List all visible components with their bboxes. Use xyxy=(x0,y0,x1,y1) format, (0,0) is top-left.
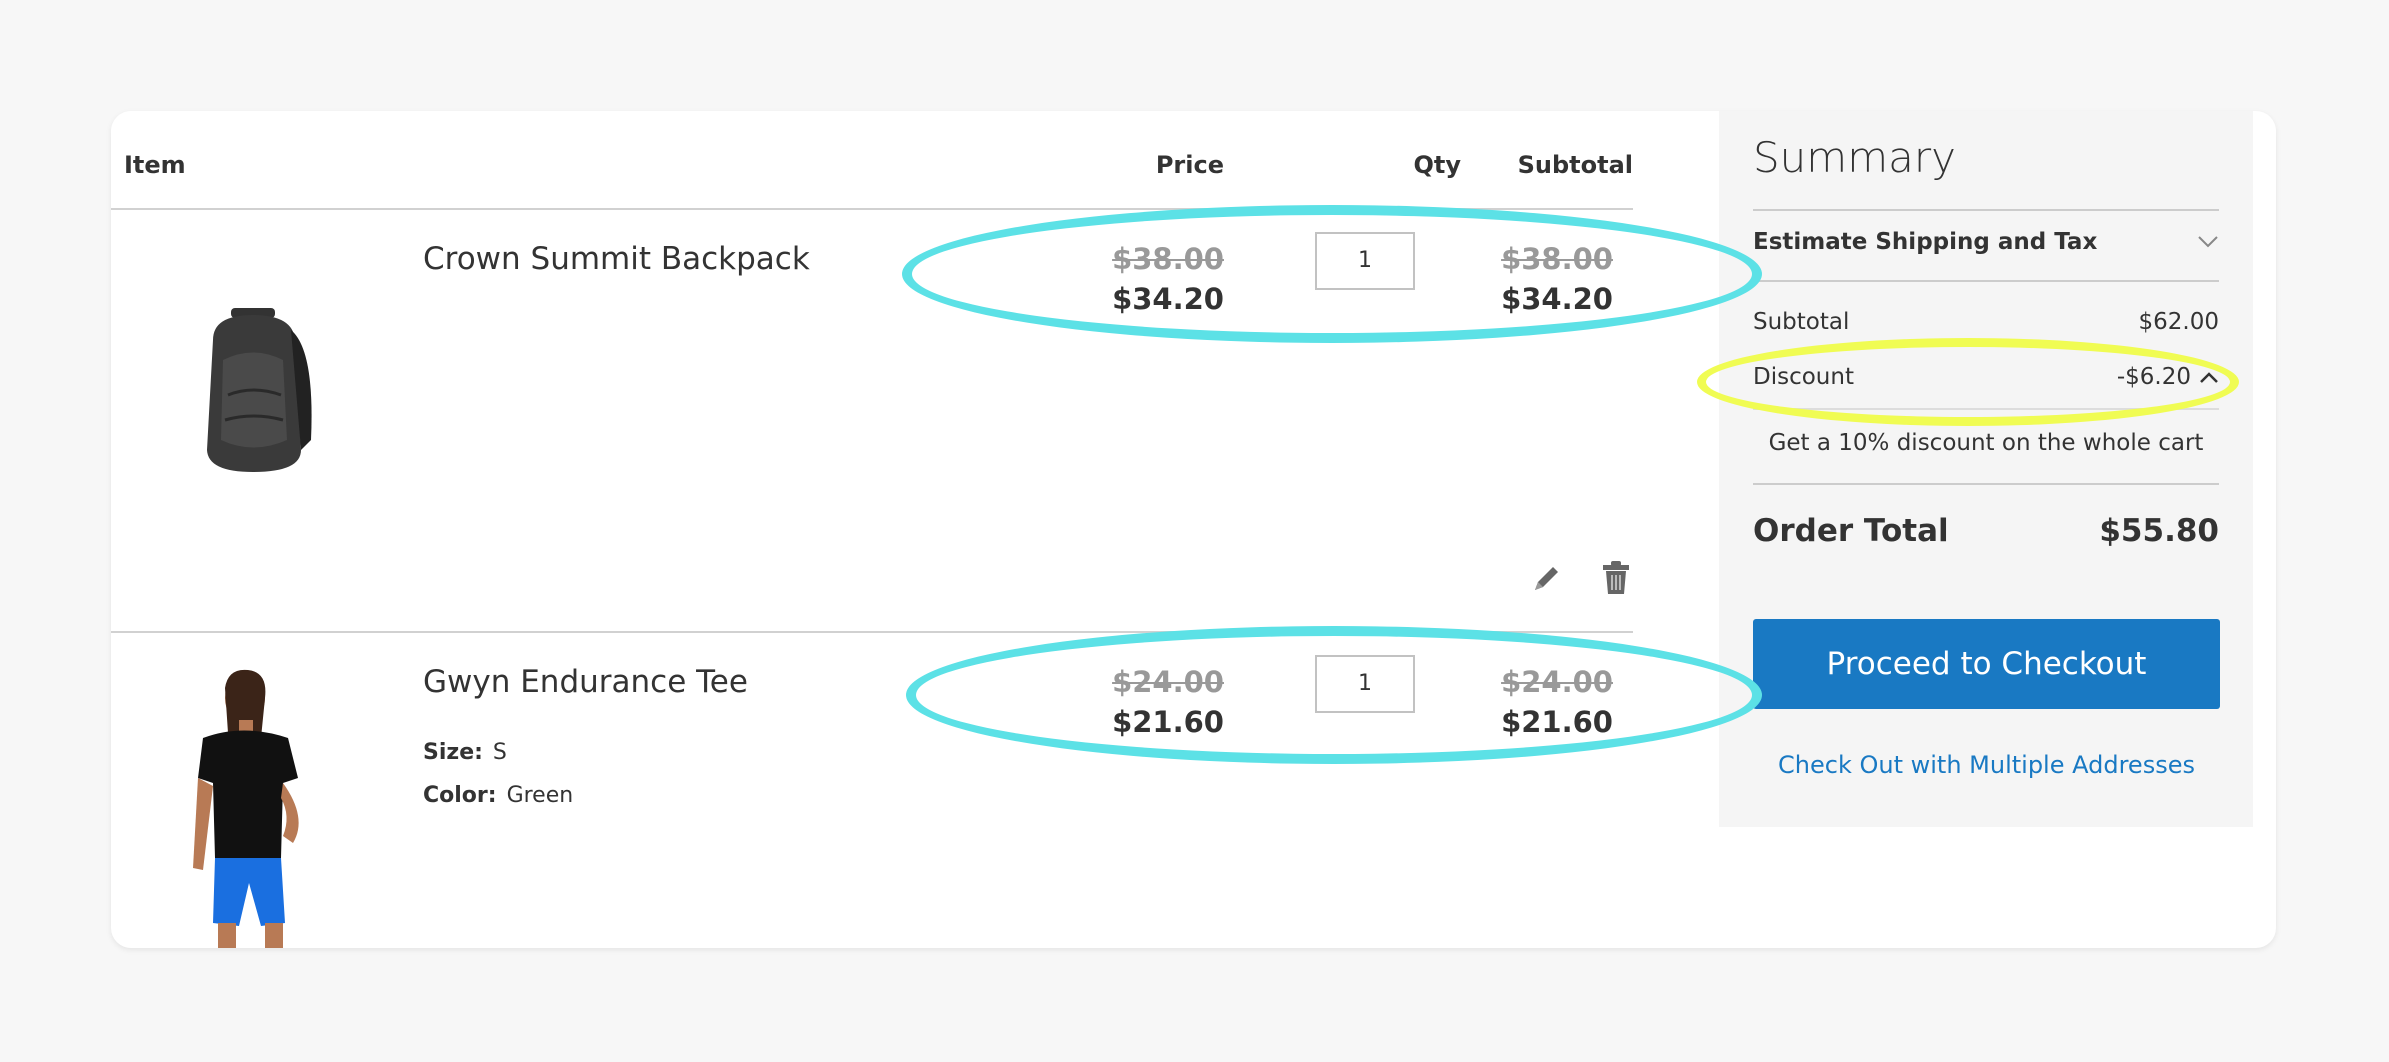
option-label: Size: xyxy=(423,740,483,765)
order-total-label: Order Total xyxy=(1753,513,1949,549)
discount-row[interactable]: Discount -$6.20 xyxy=(1753,364,2219,390)
discount-description: Get a 10% discount on the whole cart xyxy=(1768,430,2204,456)
option-value: Green xyxy=(506,783,574,808)
column-header-subtotal: Subtotal xyxy=(1517,151,1633,179)
divider xyxy=(1753,209,2219,211)
cart-card: Item Price Qty Subtotal Crown Summit Bac… xyxy=(111,111,2276,948)
product-option-size: Size: S xyxy=(423,740,507,765)
chevron-down-icon xyxy=(2197,229,2219,255)
option-value: S xyxy=(492,740,507,765)
discount-label: Discount xyxy=(1753,364,1854,390)
subtotal-original: $38.00 xyxy=(1501,242,1613,276)
order-total-row: Order Total $55.80 xyxy=(1753,513,2219,549)
estimate-shipping-toggle[interactable]: Estimate Shipping and Tax xyxy=(1753,229,2219,279)
backpack-product-image[interactable] xyxy=(183,300,323,480)
qty-input[interactable]: 1 xyxy=(1315,232,1415,290)
order-total-value: $55.80 xyxy=(2099,513,2219,549)
backpack-icon xyxy=(207,308,312,472)
cart-item-row: Gwyn Endurance Tee Size: S Color: Green $2… xyxy=(111,633,1633,948)
price-original: $24.00 xyxy=(1112,665,1224,699)
subtotal-original: $24.00 xyxy=(1501,665,1613,699)
divider xyxy=(1753,483,2219,485)
subtotal-row: Subtotal $62.00 xyxy=(1753,309,2219,335)
subtotal-discounted: $34.20 xyxy=(1501,282,1613,316)
subtotal-discounted: $21.60 xyxy=(1501,705,1613,739)
divider xyxy=(1753,280,2219,282)
trash-icon[interactable] xyxy=(1601,560,1631,596)
subtotal-value: $62.00 xyxy=(2138,309,2219,335)
price-discounted: $34.20 xyxy=(1112,282,1224,316)
divider xyxy=(1753,408,2219,410)
order-summary: Summary Estimate Shipping and Tax Subtot… xyxy=(1719,111,2253,827)
column-header-qty: Qty xyxy=(1413,151,1461,179)
qty-input[interactable]: 1 xyxy=(1315,655,1415,713)
product-name[interactable]: Gwyn Endurance Tee xyxy=(423,664,748,700)
summary-title: Summary xyxy=(1753,133,1956,182)
cart-item-row: Crown Summit Backpack $38.00 $34.20 1 $3… xyxy=(111,210,1633,631)
option-label: Color: xyxy=(423,783,497,808)
subtotal-label: Subtotal xyxy=(1753,309,1850,335)
multi-address-checkout-link[interactable]: Check Out with Multiple Addresses xyxy=(1753,751,2220,779)
proceed-to-checkout-button[interactable]: Proceed to Checkout xyxy=(1753,619,2220,709)
column-header-price: Price xyxy=(1155,151,1224,179)
price-discounted: $21.60 xyxy=(1112,705,1224,739)
discount-value: -$6.20 xyxy=(2116,364,2191,390)
tee-model-icon xyxy=(193,669,299,948)
chevron-up-icon xyxy=(2199,364,2219,390)
estimate-shipping-label: Estimate Shipping and Tax xyxy=(1753,229,2098,255)
product-name[interactable]: Crown Summit Backpack xyxy=(423,241,810,277)
product-option-color: Color: Green xyxy=(423,783,573,808)
tee-product-image[interactable] xyxy=(173,668,333,948)
edit-icon[interactable] xyxy=(1529,562,1563,596)
price-original: $38.00 xyxy=(1112,242,1224,276)
column-header-item: Item xyxy=(124,151,186,179)
